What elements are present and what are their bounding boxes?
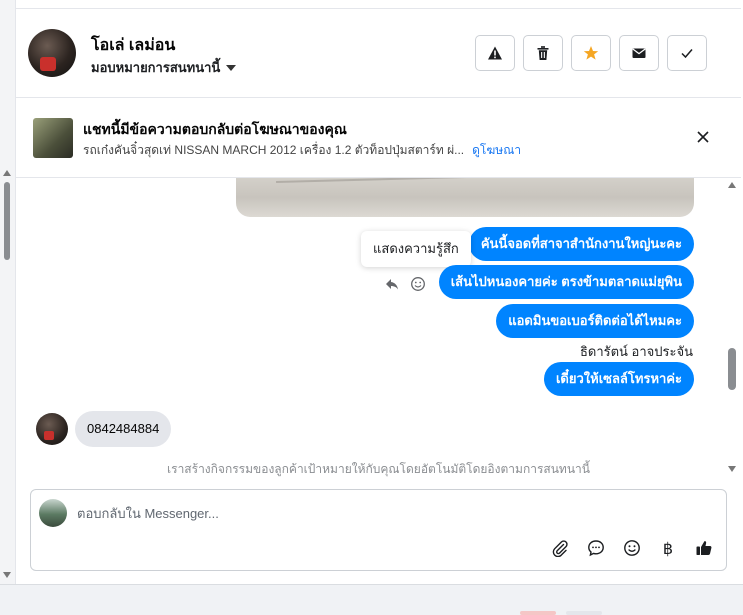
scroll-up-arrow-icon[interactable] (3, 170, 11, 176)
caret-down-icon (226, 64, 237, 71)
bottom-taskbar (0, 584, 743, 615)
ad-description: รถเก๋งคันจิ๋วสุดเท่ NISSAN MARCH 2012 เค… (83, 141, 521, 160)
emoji-button[interactable] (622, 538, 642, 558)
view-ad-link[interactable]: ดูโฆษณา (472, 143, 521, 157)
attach-button[interactable] (550, 538, 570, 558)
outgoing-message[interactable]: เดี๋ยวให้เซลล์โทรหาค่ะ (543, 362, 694, 396)
thread-scrollbar-thumb[interactable] (728, 348, 736, 390)
contact-name[interactable]: โอเล่ เลม่อน (91, 33, 175, 58)
react-tooltip: แสดงความรู้สึก (361, 231, 471, 267)
mark-done-button[interactable] (667, 35, 707, 71)
trash-icon (537, 46, 549, 60)
ad-banner-title: แชทนี้มีข้อความตอบกลับต่อโฆษณาของคุณ (83, 121, 347, 137)
system-note: เราสร้างกิจกรรมของลูกค้าเป้าหมายให้กับคุ… (167, 462, 590, 476)
contact-avatar-small[interactable] (36, 413, 68, 445)
contact-avatar[interactable] (28, 29, 76, 77)
taskbar-item[interactable] (520, 611, 556, 615)
ad-thumbnail[interactable] (33, 118, 73, 158)
page-avatar (39, 499, 67, 527)
sender-name: ธิดารัตน์ อาจประจัน (579, 344, 693, 359)
left-panel-strip (0, 0, 16, 584)
star-icon (583, 46, 599, 60)
reply-input[interactable] (77, 502, 677, 524)
incoming-message[interactable]: 0842484884 (75, 411, 172, 447)
scroll-down-arrow-icon[interactable] (728, 466, 736, 472)
chat-bubble-icon (588, 540, 604, 557)
taskbar-item[interactable] (566, 611, 602, 615)
envelope-icon (632, 48, 646, 58)
message-actions (384, 276, 426, 292)
outgoing-message[interactable]: คันนี้จอดที่สาจาสำนักงานใหญ่นะคะ (468, 227, 694, 261)
messenger-window: โอเล่ เลม่อน มอบหมายการสนทนานี้ แชทนี้มี… (0, 0, 743, 615)
message-composer: ฿ (30, 489, 727, 571)
warning-icon (488, 46, 502, 60)
outgoing-message[interactable]: แอดมินขอเบอร์ติดต่อได้ไหมคะ (496, 304, 694, 338)
scroll-down-arrow-icon[interactable] (3, 572, 11, 578)
star-button[interactable] (571, 35, 611, 71)
like-button[interactable] (694, 538, 714, 558)
conversation-header: โอเล่ เลม่อน มอบหมายการสนทนานี้ (16, 8, 741, 98)
payment-button[interactable]: ฿ (658, 538, 678, 558)
thumbs-up-icon (696, 541, 712, 555)
left-scrollbar-thumb[interactable] (4, 182, 10, 260)
ad-reply-banner: แชทนี้มีข้อความตอบกลับต่อโฆษณาของคุณ รถเ… (16, 98, 741, 178)
emoji-icon[interactable] (410, 276, 426, 292)
check-icon (681, 49, 693, 59)
outgoing-message[interactable]: เส้นไปหนองคายค่ะ ตรงข้ามตลาดแม่ยุพิน (438, 265, 694, 299)
delete-button[interactable] (523, 35, 563, 71)
composer-toolbar: ฿ (550, 538, 714, 558)
saved-replies-button[interactable] (586, 538, 606, 558)
close-icon[interactable] (694, 128, 712, 146)
ad-description-text: รถเก๋งคันจิ๋วสุดเท่ NISSAN MARCH 2012 เค… (83, 143, 465, 157)
scroll-up-arrow-icon[interactable] (728, 182, 736, 188)
message-thread: คันนี้จอดที่สาจาสำนักงานใหญ่นะคะ แสดงควา… (16, 178, 741, 482)
paperclip-icon (552, 540, 568, 557)
assign-label: มอบหมายการสนทนานี้ (91, 60, 221, 75)
report-button[interactable] (475, 35, 515, 71)
smiley-icon (624, 540, 640, 556)
assign-conversation-dropdown[interactable]: มอบหมายการสนทนานี้ (91, 57, 237, 78)
reply-icon[interactable] (384, 276, 400, 292)
mail-button[interactable] (619, 35, 659, 71)
shared-image-attachment[interactable] (236, 178, 694, 217)
